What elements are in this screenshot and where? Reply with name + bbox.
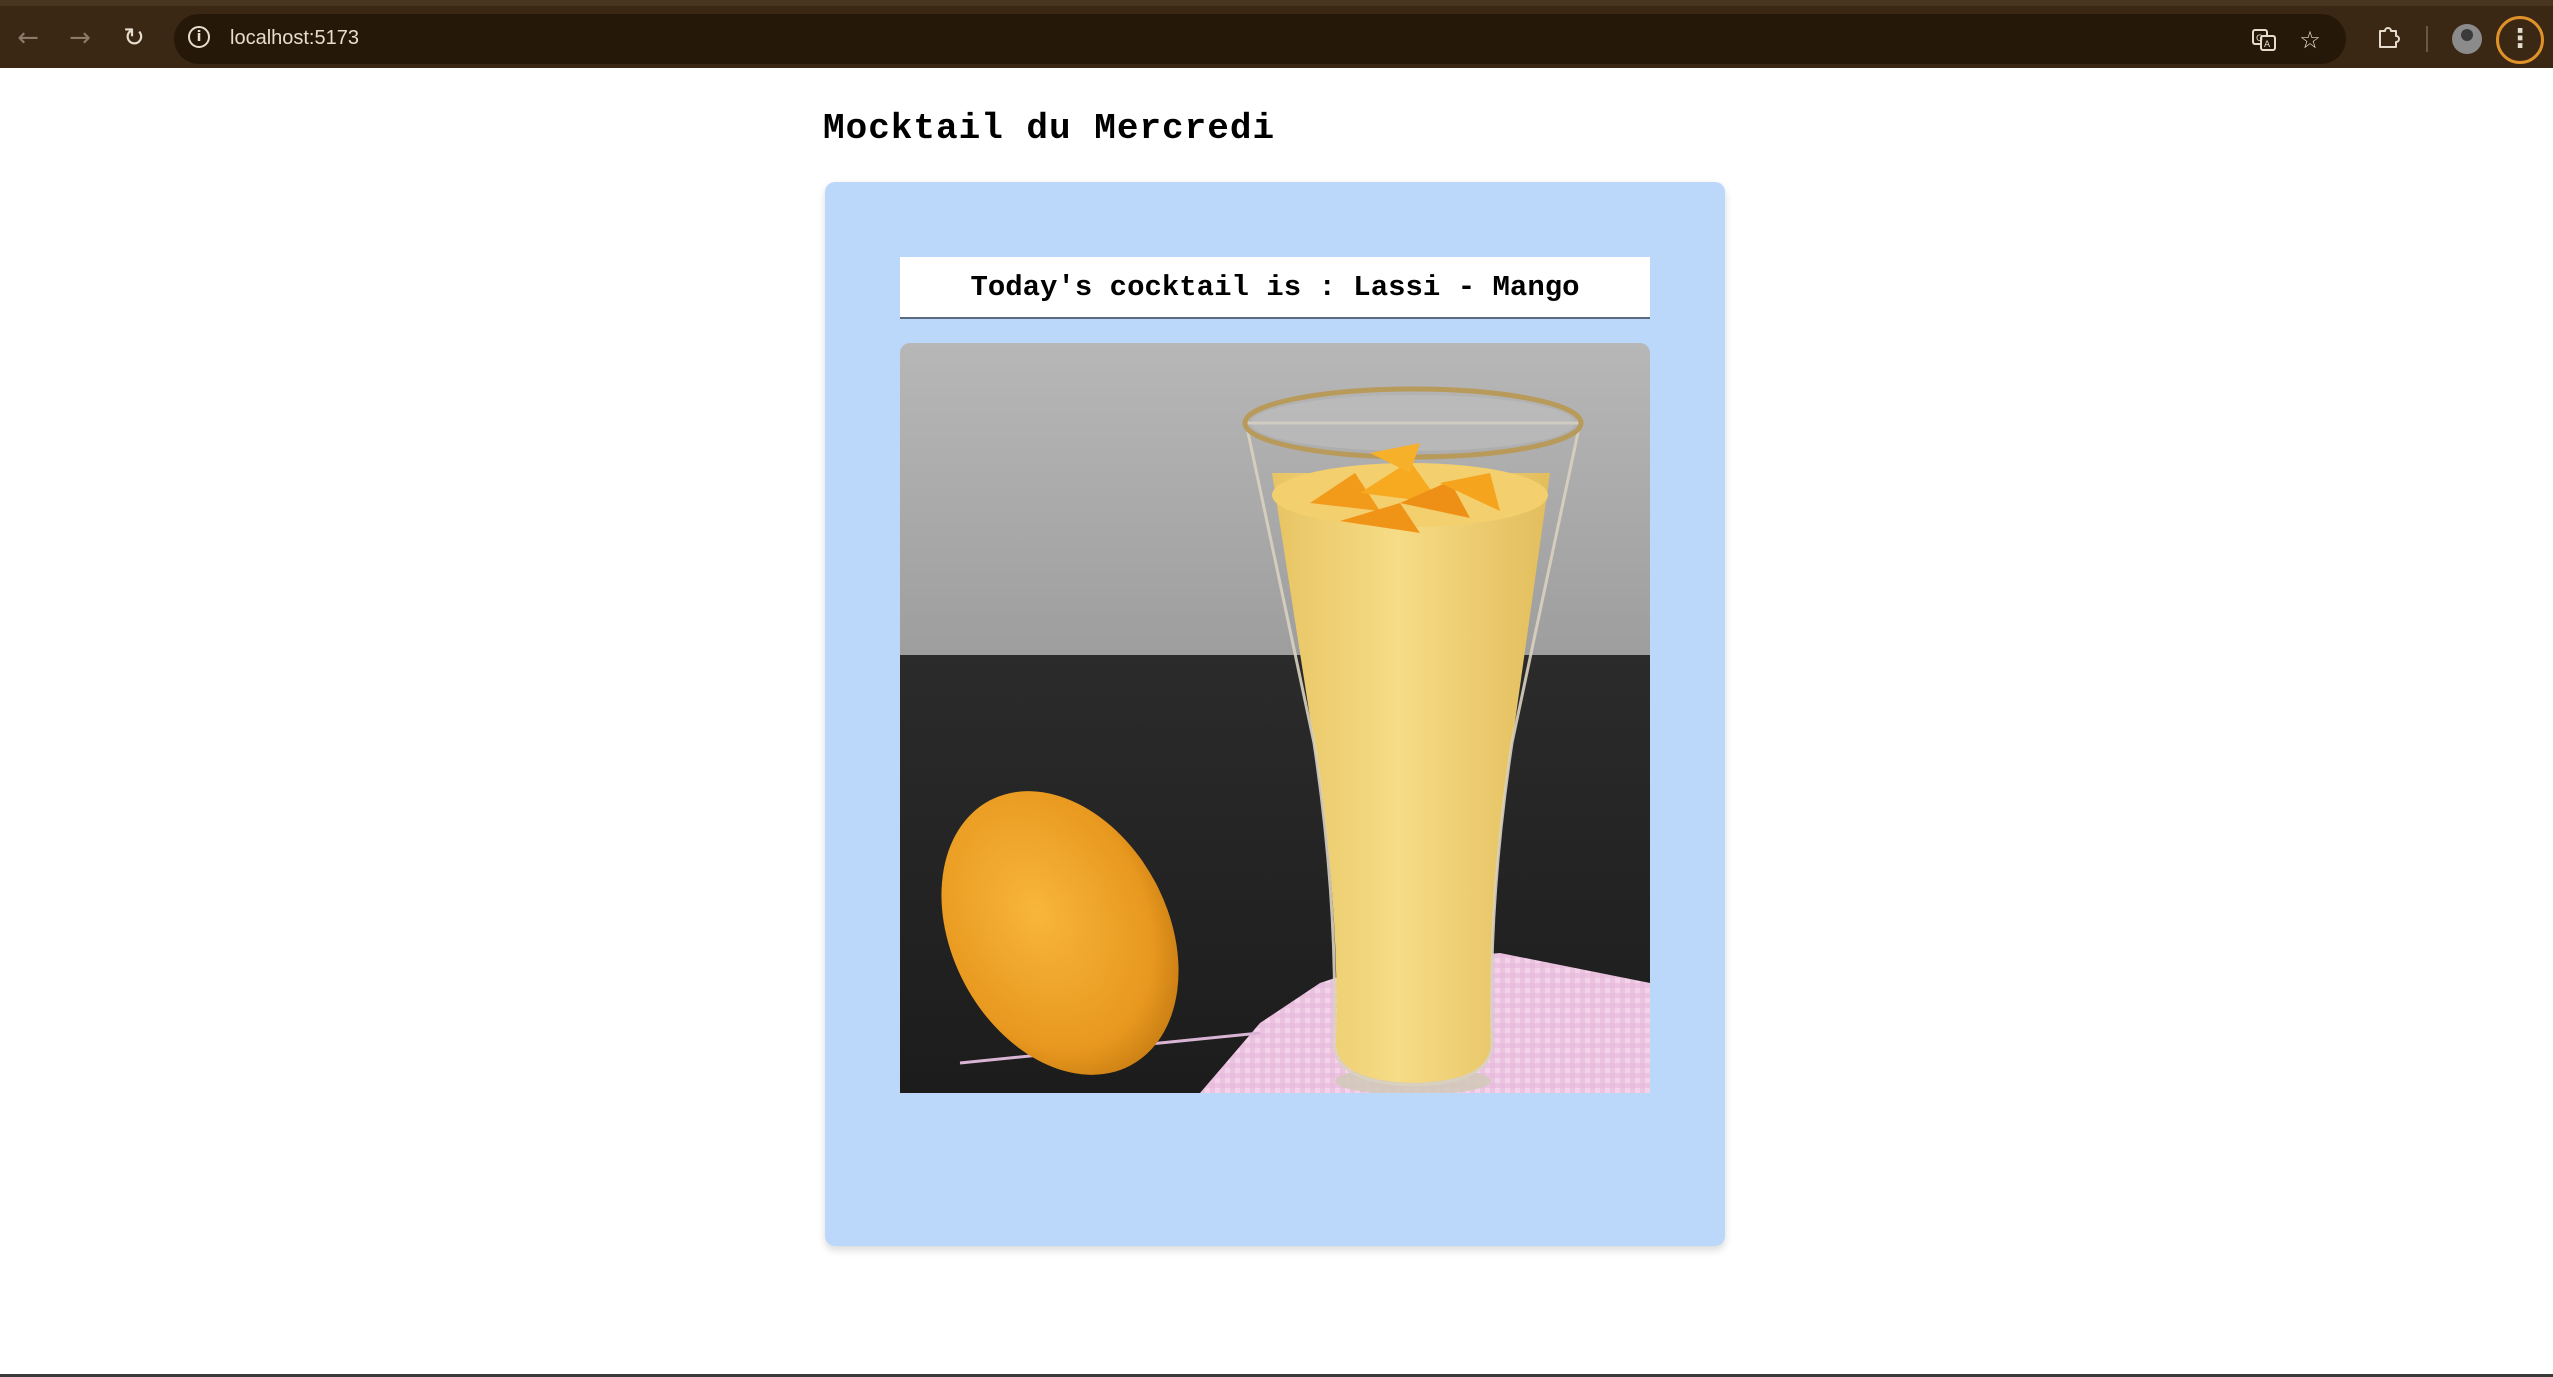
address-bar[interactable]: i localhost:5173 G A ☆	[174, 14, 2346, 64]
forward-button[interactable]: →	[62, 20, 98, 56]
url-text[interactable]: localhost:5173	[230, 27, 359, 50]
star-icon[interactable]: ☆	[2296, 26, 2324, 54]
info-icon[interactable]: i	[188, 26, 210, 48]
arrow-right-icon: →	[69, 23, 91, 53]
arrow-left-icon: ←	[17, 23, 39, 53]
cocktail-image	[900, 343, 1650, 1093]
back-button[interactable]: ←	[10, 20, 46, 56]
reload-icon: ↻	[123, 23, 145, 53]
browser-toolbar: ← → ↻ i localhost:5173 G A ☆ ⋮	[0, 0, 2553, 68]
svg-text:A: A	[2264, 40, 2271, 50]
cocktail-heading: Today's cocktail is : Lassi - Mango	[900, 257, 1650, 319]
puzzle-icon[interactable]	[2372, 22, 2404, 54]
reload-button[interactable]: ↻	[116, 20, 152, 56]
cocktail-card: Today's cocktail is : Lassi - Mango	[825, 182, 1725, 1246]
page-title: Mocktail du Mercredi	[823, 108, 1276, 149]
translate-icon[interactable]: G A	[2250, 26, 2278, 54]
cocktail-heading-text: Today's cocktail is : Lassi - Mango	[970, 270, 1580, 304]
kebab-menu-icon[interactable]: ⋮	[2496, 16, 2544, 64]
svg-text:G: G	[2256, 34, 2263, 44]
toolbar-separator	[2426, 26, 2428, 52]
avatar[interactable]	[2452, 24, 2482, 54]
